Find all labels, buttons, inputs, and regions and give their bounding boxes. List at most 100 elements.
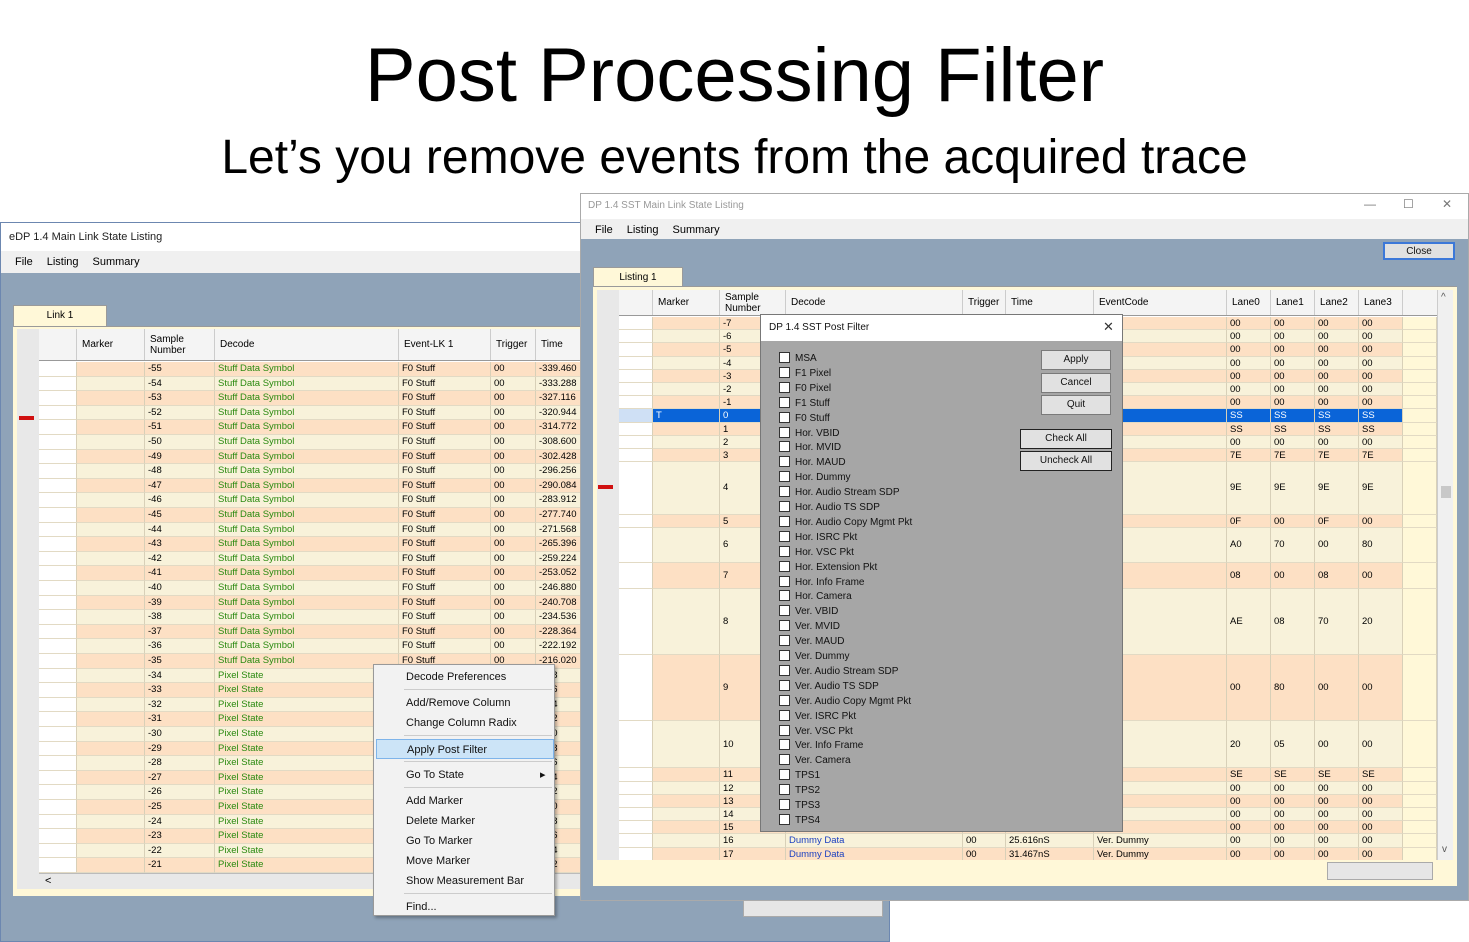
scroll-thumb[interactable] bbox=[1441, 486, 1451, 498]
filter-checkbox[interactable]: TPS3 bbox=[779, 798, 820, 813]
filter-checkbox[interactable]: F0 Pixel bbox=[779, 381, 831, 396]
checkbox-box[interactable] bbox=[779, 724, 790, 736]
table-row[interactable]: 17 Dummy Data 00 31.467nS Ver. Dummy 00 00 00 00 bbox=[619, 847, 1437, 860]
quit-button[interactable]: Quit bbox=[1041, 395, 1111, 415]
checkbox-box[interactable] bbox=[779, 679, 790, 691]
checkbox-box[interactable] bbox=[779, 560, 790, 572]
filter-checkbox[interactable]: TPS4 bbox=[779, 813, 820, 828]
context-menu-item[interactable]: Add Marker bbox=[376, 791, 554, 811]
menu-file[interactable]: File bbox=[15, 251, 33, 273]
context-menu-item[interactable]: Delete Marker bbox=[376, 811, 554, 831]
filter-checkbox[interactable]: Hor. Dummy bbox=[779, 470, 851, 485]
col-event-code[interactable]: EventCode bbox=[1094, 290, 1227, 315]
checkbox-box[interactable] bbox=[779, 575, 790, 587]
filter-checkbox[interactable]: Hor. MAUD bbox=[779, 455, 846, 470]
menu-listing[interactable]: Listing bbox=[627, 219, 659, 241]
scroll-left-icon[interactable]: < bbox=[45, 875, 51, 887]
filter-checkbox[interactable]: F1 Pixel bbox=[779, 366, 831, 381]
checkbox-box[interactable] bbox=[779, 366, 790, 378]
context-menu-item[interactable]: Show Measurement Bar bbox=[376, 871, 554, 891]
filter-checkbox[interactable]: Hor. Extension Pkt bbox=[779, 560, 877, 575]
checkbox-box[interactable] bbox=[779, 650, 790, 661]
window-title-bar[interactable]: DP 1.4 SST Main Link State Listing — ☐ ✕ bbox=[581, 194, 1468, 219]
col-lane2[interactable]: Lane2 bbox=[1315, 290, 1359, 315]
table-row[interactable]: 16 Dummy Data 00 25.616nS Ver. Dummy 00 00 00 00 bbox=[619, 834, 1437, 848]
checkbox-box[interactable] bbox=[779, 620, 790, 632]
filter-checkbox[interactable]: Ver. VSC Pkt bbox=[779, 724, 853, 739]
context-menu-item[interactable]: Change Column Radix bbox=[376, 713, 554, 733]
filter-checkbox[interactable]: TPS2 bbox=[779, 783, 820, 798]
col-trigger[interactable]: Trigger bbox=[491, 329, 536, 360]
checkbox-box[interactable] bbox=[779, 471, 790, 483]
checkbox-box[interactable] bbox=[779, 635, 790, 647]
filter-checkbox[interactable]: Ver. Audio Stream SDP bbox=[779, 664, 898, 679]
checkbox-box[interactable] bbox=[779, 396, 790, 408]
filter-checkbox[interactable]: Hor. VBID bbox=[779, 426, 839, 441]
tab-link-1[interactable]: Link 1 bbox=[13, 305, 107, 326]
context-menu-item[interactable]: Move Marker bbox=[376, 851, 554, 871]
filter-checkbox[interactable]: TPS1 bbox=[779, 768, 820, 783]
filter-checkbox[interactable]: Hor. Info Frame bbox=[779, 575, 864, 590]
col-decode[interactable]: Decode bbox=[215, 329, 399, 360]
filter-checkbox[interactable]: Hor. MVID bbox=[779, 440, 841, 455]
checkbox-box[interactable] bbox=[779, 605, 790, 617]
menu-listing[interactable]: Listing bbox=[47, 251, 79, 273]
dialog-close-icon[interactable]: ✕ bbox=[1103, 319, 1114, 335]
col-time[interactable]: Time bbox=[1006, 290, 1094, 315]
filter-checkbox[interactable]: Hor. Audio TS SDP bbox=[779, 500, 880, 515]
context-menu-item[interactable]: Find... bbox=[376, 897, 554, 917]
checkbox-box[interactable] bbox=[779, 694, 790, 706]
filter-checkbox[interactable]: Ver. VBID bbox=[779, 604, 838, 619]
uncheck-all-button[interactable]: Uncheck All bbox=[1020, 451, 1112, 471]
apply-button[interactable]: Apply bbox=[1041, 350, 1111, 370]
col-sample-number[interactable]: Sample Number bbox=[145, 329, 215, 360]
filter-checkbox[interactable]: Hor. Audio Copy Mgmt Pkt bbox=[779, 515, 912, 530]
col-marker[interactable]: Marker bbox=[77, 329, 145, 360]
context-menu-item[interactable]: Add/Remove Column bbox=[376, 693, 554, 713]
maximize-icon[interactable]: ☐ bbox=[1403, 197, 1414, 211]
checkbox-box[interactable] bbox=[779, 381, 790, 393]
context-menu-item[interactable]: Go To Marker bbox=[376, 831, 554, 851]
filter-checkbox[interactable]: Ver. Dummy bbox=[779, 649, 849, 664]
check-all-button[interactable]: Check All bbox=[1020, 429, 1112, 449]
context-menu-item[interactable]: Go To State ▸ bbox=[376, 765, 554, 785]
context-menu-item[interactable]: Apply Post Filter bbox=[376, 739, 554, 759]
filter-checkbox[interactable]: Ver. Audio TS SDP bbox=[779, 679, 879, 694]
menu-summary[interactable]: Summary bbox=[93, 251, 140, 273]
checkbox-box[interactable] bbox=[779, 515, 790, 527]
cancel-button[interactable]: Cancel bbox=[1041, 373, 1111, 393]
checkbox-box[interactable] bbox=[779, 739, 790, 751]
checkbox-box[interactable] bbox=[779, 813, 790, 825]
col-sample-number[interactable]: Sample Number bbox=[720, 290, 786, 315]
checkbox-box[interactable] bbox=[779, 486, 790, 498]
close-button[interactable]: Close bbox=[1383, 242, 1455, 260]
col-lane1[interactable]: Lane1 bbox=[1271, 290, 1315, 315]
vertical-scrollbar[interactable]: ^ v bbox=[1437, 290, 1453, 860]
col-decode[interactable]: Decode bbox=[786, 290, 963, 315]
checkbox-box[interactable] bbox=[779, 530, 790, 542]
checkbox-box[interactable] bbox=[779, 799, 790, 810]
checkbox-box[interactable] bbox=[779, 545, 790, 557]
checkbox-box[interactable] bbox=[779, 709, 790, 721]
filter-checkbox[interactable]: Hor. VSC Pkt bbox=[779, 545, 854, 560]
col-marker[interactable]: Marker bbox=[653, 290, 720, 315]
filter-checkbox[interactable]: Hor. Audio Stream SDP bbox=[779, 485, 900, 500]
filter-checkbox[interactable]: Ver. Audio Copy Mgmt Pkt bbox=[779, 694, 911, 709]
filter-checkbox[interactable]: MSA bbox=[779, 351, 817, 366]
checkbox-box[interactable] bbox=[779, 411, 790, 423]
col-trigger[interactable]: Trigger bbox=[963, 290, 1006, 315]
col-lane3[interactable]: Lane3 bbox=[1359, 290, 1403, 315]
checkbox-box[interactable] bbox=[779, 456, 790, 468]
close-icon[interactable]: ✕ bbox=[1442, 197, 1452, 211]
filter-checkbox[interactable]: Ver. MVID bbox=[779, 619, 840, 634]
checkbox-box[interactable] bbox=[779, 426, 790, 438]
menu-summary[interactable]: Summary bbox=[673, 219, 720, 241]
filter-checkbox[interactable]: F0 Stuff bbox=[779, 411, 830, 426]
col-lane0[interactable]: Lane0 bbox=[1227, 290, 1271, 315]
scroll-down-icon[interactable]: v bbox=[1442, 844, 1447, 855]
filter-checkbox[interactable]: F1 Stuff bbox=[779, 396, 830, 411]
filter-checkbox[interactable]: Hor. Camera bbox=[779, 589, 852, 604]
menu-file[interactable]: File bbox=[595, 219, 613, 241]
checkbox-box[interactable] bbox=[779, 352, 790, 363]
checkbox-box[interactable] bbox=[779, 784, 790, 796]
